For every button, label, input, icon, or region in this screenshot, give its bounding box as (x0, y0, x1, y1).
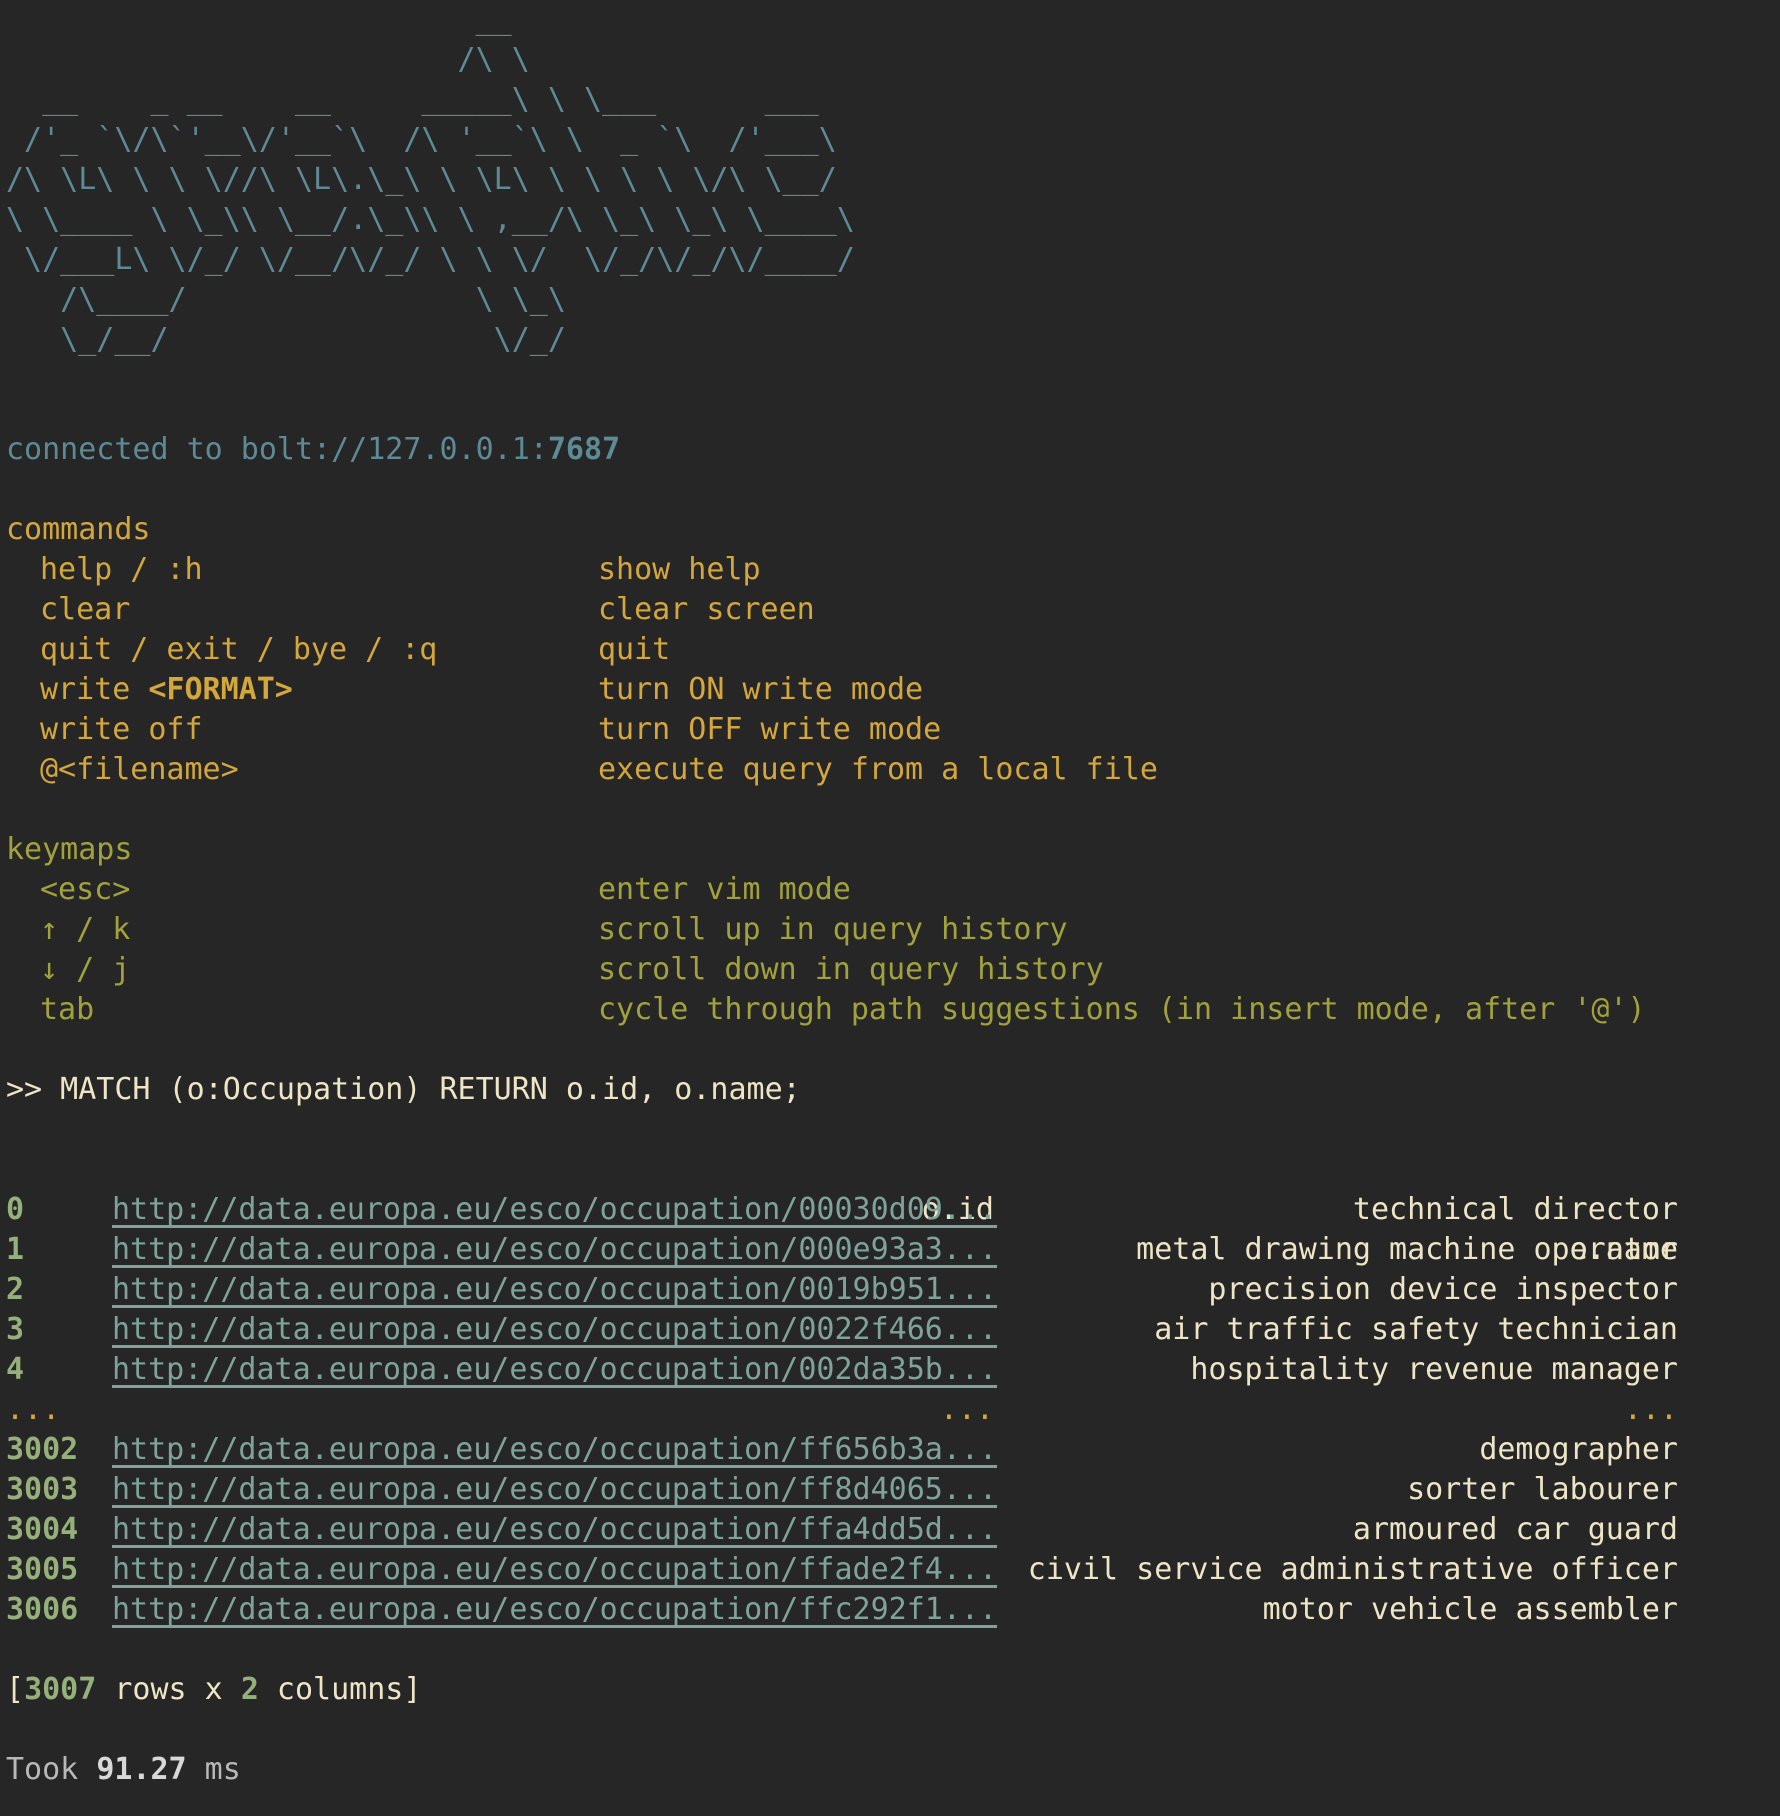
command-key: help / :h (40, 552, 203, 587)
ellipsis-id: ... (939, 1392, 994, 1427)
table-row: 4 http://data.europa.eu/esco/occupation/0… (6, 1350, 1774, 1390)
command-description: quit (598, 632, 671, 667)
command-key: @<filename> (40, 752, 239, 787)
command-description: turn OFF write mode (598, 712, 942, 747)
table-row: 3005 http://data.europa.eu/esco/occupatio… (6, 1550, 1774, 1590)
connection-port: 7687 (547, 432, 621, 467)
table-row: 2 http://data.europa.eu/esco/occupation/0… (6, 1270, 1774, 1310)
occupation-name: air traffic safety technician (1154, 1312, 1678, 1347)
table-row: 0 http://data.europa.eu/esco/occupation/0… (6, 1190, 1774, 1230)
terminal-window: __ /\ \ __ _ __ __ _____\ \ \___ ___ /'_… (6, 0, 1774, 1816)
occupation-name: technical director (1352, 1192, 1678, 1227)
command-description: show help (598, 552, 761, 587)
command-description: turn ON write mode (598, 672, 924, 707)
ellipsis-row: ......... (6, 1390, 1774, 1430)
row-index: 0 (6, 1192, 25, 1227)
table-row: 3002 http://data.europa.eu/esco/occupatio… (6, 1430, 1774, 1470)
summary-mid: rows x (96, 1672, 241, 1707)
keymap-row: ↑ / k scroll up in query history (6, 910, 1774, 950)
occupation-id-link[interactable]: http://data.europa.eu/esco/occupation/00… (112, 1270, 997, 1310)
occupation-id-link[interactable]: http://data.europa.eu/esco/occupation/ff… (112, 1470, 997, 1510)
command-row: write <FORMAT> turn ON write mode (6, 670, 1774, 710)
row-index: 4 (6, 1352, 25, 1387)
keymap-description: scroll down in query history (598, 952, 1104, 987)
command-row: clear clear screen (6, 590, 1774, 630)
keymap-description: scroll up in query history (598, 912, 1068, 947)
occupation-id-link[interactable]: http://data.europa.eu/esco/occupation/00… (112, 1190, 997, 1230)
keymap-row: <esc> enter vim mode (6, 870, 1774, 910)
timing-value: 91.27 (96, 1752, 187, 1787)
summary-close: columns] (258, 1672, 422, 1707)
occupation-id-link[interactable]: http://data.europa.eu/esco/occupation/00… (112, 1310, 997, 1350)
ellipsis-index: ... (6, 1392, 61, 1427)
keymap-description: enter vim mode (598, 872, 851, 907)
query-line[interactable]: >> MATCH (o:Occupation) RETURN o.id, o.n… (6, 1070, 801, 1110)
occupation-name: motor vehicle assembler (1262, 1592, 1678, 1627)
keymap-key: <esc> (40, 872, 131, 907)
table-row: 1 http://data.europa.eu/esco/occupation/0… (6, 1230, 1774, 1270)
summary-open: [ (6, 1672, 25, 1707)
occupation-id-link[interactable]: http://data.europa.eu/esco/occupation/00… (112, 1230, 997, 1270)
ascii-banner: __ /\ \ __ _ __ __ _____\ \ \___ ___ /'_… (6, 2, 855, 357)
row-index: 2 (6, 1272, 25, 1307)
table-row: 3 http://data.europa.eu/esco/occupation/0… (6, 1310, 1774, 1350)
row-index: 3006 (6, 1592, 79, 1627)
occupation-name: precision device inspector (1208, 1272, 1678, 1307)
keymap-row: ↓ / j scroll down in query history (6, 950, 1774, 990)
occupation-id-link[interactable]: http://data.europa.eu/esco/occupation/ff… (112, 1550, 997, 1590)
timing-unit: ms (186, 1752, 241, 1787)
row-index: 1 (6, 1232, 25, 1267)
command-row: quit / exit / bye / :q quit (6, 630, 1774, 670)
keymaps-heading: keymaps (6, 832, 133, 867)
occupation-id-link[interactable]: http://data.europa.eu/esco/occupation/00… (112, 1350, 997, 1390)
command-description: execute query from a local file (598, 752, 1158, 787)
command-key: write off (40, 712, 203, 747)
command-row: write off turn OFF write mode (6, 710, 1774, 750)
command-row: help / :h show help (6, 550, 1774, 590)
connection-status: connected to bolt://127.0.0.1:7687 (6, 430, 620, 470)
table-row: 3006 http://data.europa.eu/esco/occupatio… (6, 1590, 1774, 1630)
keymap-key: ↑ / k (40, 912, 131, 947)
table-row: 3004 http://data.europa.eu/esco/occupatio… (6, 1510, 1774, 1550)
row-index: 3005 (6, 1552, 79, 1587)
occupation-name: metal drawing machine operator (1136, 1232, 1678, 1267)
occupation-id-link[interactable]: http://data.europa.eu/esco/occupation/ff… (112, 1510, 997, 1550)
keymap-key: ↓ / j (40, 952, 131, 987)
summary-row-count: 3007 (24, 1672, 97, 1707)
keymap-key: tab (40, 992, 95, 1027)
row-index: 3004 (6, 1512, 79, 1547)
command-key-arg: <FORMAT> (148, 672, 293, 707)
command-description: clear screen (598, 592, 815, 627)
command-key-prefix: write (40, 672, 149, 707)
row-index: 3003 (6, 1472, 79, 1507)
occupation-name: hospitality revenue manager (1190, 1352, 1678, 1387)
ellipsis-name: ... (1623, 1392, 1678, 1427)
query-timing: Took 91.27 ms (6, 1750, 241, 1790)
occupation-name: civil service administrative officer (1027, 1552, 1678, 1587)
command-key: write <FORMAT> (40, 670, 293, 710)
command-key: clear (40, 592, 131, 627)
occupation-id-link[interactable]: http://data.europa.eu/esco/occupation/ff… (112, 1430, 997, 1470)
occupation-name: sorter labourer (1407, 1472, 1678, 1507)
row-index: 3002 (6, 1432, 79, 1467)
keymap-row: tab cycle through path suggestions (in in… (6, 990, 1774, 1030)
commands-heading: commands (6, 512, 151, 547)
timing-prefix: Took (6, 1752, 97, 1787)
summary-col-count: 2 (240, 1672, 259, 1707)
connection-prefix: connected to bolt://127.0.0.1: (6, 432, 548, 467)
result-summary: [3007 rows x 2 columns] (6, 1670, 421, 1710)
row-index: 3 (6, 1312, 25, 1347)
table-row: 3003 http://data.europa.eu/esco/occupatio… (6, 1470, 1774, 1510)
command-row: @<filename> execute query from a local fi… (6, 750, 1774, 790)
results-header: o.id o.name (6, 1150, 1774, 1267)
occupation-name: demographer (1479, 1432, 1678, 1467)
command-key: quit / exit / bye / :q (40, 632, 438, 667)
occupation-name: armoured car guard (1352, 1512, 1678, 1547)
occupation-id-link[interactable]: http://data.europa.eu/esco/occupation/ff… (112, 1590, 997, 1630)
keymap-description: cycle through path suggestions (in inser… (598, 992, 1646, 1027)
